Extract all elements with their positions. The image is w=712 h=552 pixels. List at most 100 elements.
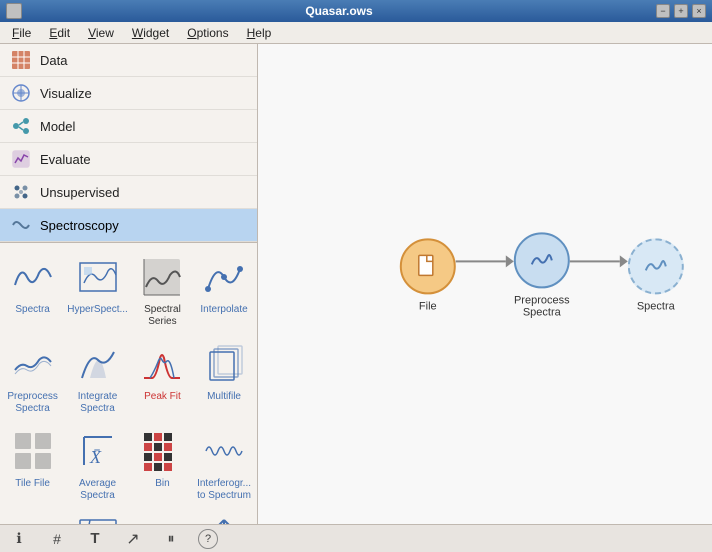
widget-align-stack[interactable]: Align Stack bbox=[195, 510, 253, 524]
hyperspectra-icon bbox=[74, 253, 122, 301]
widget-pls[interactable]: PLS PLS bbox=[4, 510, 61, 524]
menubar: File Edit View Widget Options Help bbox=[0, 22, 712, 44]
titlebar-controls: − + × bbox=[656, 4, 706, 18]
sidebar-item-model[interactable]: Model bbox=[0, 110, 257, 143]
minimize-button[interactable]: − bbox=[656, 4, 670, 18]
widget-tile-file[interactable]: Tile File bbox=[4, 423, 61, 506]
sidebar-item-visualize[interactable]: Visualize bbox=[0, 77, 257, 110]
widget-hyperspectra[interactable]: HyperSpect... bbox=[65, 249, 130, 332]
interferog-to-spectrum-icon bbox=[200, 427, 248, 475]
preprocess-spectra-icon bbox=[9, 340, 57, 388]
widget-integrate-spectra-label: Integrate Spectra bbox=[67, 391, 128, 415]
menu-file[interactable]: File bbox=[4, 24, 39, 42]
sidebar-item-data-label: Data bbox=[40, 53, 67, 68]
titlebar-icon bbox=[6, 3, 22, 19]
widget-spectral-series-label: Spectral Series bbox=[136, 304, 189, 328]
widget-interpolate[interactable]: Interpolate bbox=[195, 249, 253, 332]
widget-multifile[interactable]: Multifile bbox=[195, 336, 253, 419]
widget-interferog-to-spectrum[interactable]: Interferogr... to Spectrum bbox=[195, 423, 253, 506]
menu-options[interactable]: Options bbox=[179, 24, 236, 42]
widget-peak-fit-label: Peak Fit bbox=[144, 391, 181, 403]
reshape-map-icon bbox=[74, 514, 122, 524]
data-icon bbox=[10, 49, 32, 71]
widget-preprocess-spectra[interactable]: Preprocess Spectra bbox=[4, 336, 61, 419]
status-help-button[interactable]: ? bbox=[198, 529, 218, 549]
menu-widget[interactable]: Widget bbox=[124, 24, 177, 42]
menu-help[interactable]: Help bbox=[239, 24, 280, 42]
status-arrow-button[interactable]: ↗ bbox=[122, 528, 144, 550]
file-node-label: File bbox=[419, 300, 437, 312]
arrow-2 bbox=[620, 255, 628, 267]
widget-spectra-label: Spectra bbox=[15, 304, 49, 316]
arrow-1 bbox=[506, 255, 514, 267]
evaluate-icon bbox=[10, 148, 32, 170]
sidebar-item-unsupervised[interactable]: Unsupervised bbox=[0, 176, 257, 209]
close-button[interactable]: × bbox=[692, 4, 706, 18]
widget-average-spectra-label: Average Spectra bbox=[67, 478, 128, 502]
widget-reshape-map[interactable]: Reshape Map bbox=[65, 510, 130, 524]
tile-file-icon bbox=[9, 427, 57, 475]
svg-text:X̄: X̄ bbox=[89, 447, 102, 467]
titlebar: Quasar.ows − + × bbox=[0, 0, 712, 22]
preprocess-spectra-node-label: Preprocess Spectra bbox=[514, 294, 570, 318]
widget-grid: Spectra HyperSpect... bbox=[0, 243, 257, 524]
sidebar-item-data[interactable]: Data bbox=[0, 44, 257, 77]
workflow-node-preprocess-spectra[interactable]: Preprocess Spectra bbox=[514, 232, 570, 318]
widget-interferog-to-spectrum-label: Interferogr... to Spectrum bbox=[197, 478, 251, 502]
visualize-icon bbox=[10, 82, 32, 104]
spectra-node-label: Spectra bbox=[637, 300, 675, 312]
workflow-node-file[interactable]: File bbox=[400, 238, 456, 312]
connector-1 bbox=[456, 260, 506, 262]
average-spectra-icon: X̄ bbox=[74, 427, 122, 475]
status-text-button[interactable]: T bbox=[84, 528, 106, 550]
widget-preprocess-spectra-label: Preprocess Spectra bbox=[6, 391, 59, 415]
integrate-spectra-icon bbox=[74, 340, 122, 388]
nav-list: Data Visualize bbox=[0, 44, 257, 243]
statusbar: ℹ # T ↗ ⏸ ? bbox=[0, 524, 712, 552]
widget-average-spectra[interactable]: X̄ Average Spectra bbox=[65, 423, 130, 506]
widget-integrate-spectra[interactable]: Integrate Spectra bbox=[65, 336, 130, 419]
sidebar-item-spectroscopy[interactable]: Spectroscopy bbox=[0, 209, 257, 242]
sidebar: Data Visualize bbox=[0, 44, 258, 524]
interpolate-icon bbox=[200, 253, 248, 301]
peak-fit-icon bbox=[138, 340, 186, 388]
status-hash-button[interactable]: # bbox=[46, 528, 68, 550]
bin-icon bbox=[138, 427, 186, 475]
spectroscopy-icon bbox=[10, 214, 32, 236]
widget-spectral-series[interactable]: Spectral Series bbox=[134, 249, 191, 332]
maximize-button[interactable]: + bbox=[674, 4, 688, 18]
spectra-icon bbox=[9, 253, 57, 301]
sidebar-item-model-label: Model bbox=[40, 119, 75, 134]
widget-interpolate-label: Interpolate bbox=[200, 304, 247, 316]
widget-spectra[interactable]: Spectra bbox=[4, 249, 61, 332]
widget-tile-file-label: Tile File bbox=[15, 478, 50, 490]
widget-bin-label: Bin bbox=[155, 478, 169, 490]
canvas-area[interactable]: File Preprocess Spectra bbox=[258, 44, 712, 524]
sidebar-item-evaluate-label: Evaluate bbox=[40, 152, 91, 167]
sidebar-item-visualize-label: Visualize bbox=[40, 86, 92, 101]
titlebar-title: Quasar.ows bbox=[22, 4, 656, 18]
menu-edit[interactable]: Edit bbox=[41, 24, 78, 42]
model-icon bbox=[10, 115, 32, 137]
sidebar-item-unsupervised-label: Unsupervised bbox=[40, 185, 120, 200]
snr-icon bbox=[138, 514, 186, 524]
widget-snr[interactable]: SNR bbox=[134, 510, 191, 524]
status-pause-button[interactable]: ⏸ bbox=[160, 528, 182, 550]
status-info-button[interactable]: ℹ bbox=[8, 528, 30, 550]
menu-view[interactable]: View bbox=[80, 24, 122, 42]
widget-hyperspectra-label: HyperSpect... bbox=[67, 304, 128, 316]
workflow-node-spectra[interactable]: Spectra bbox=[628, 238, 684, 312]
sidebar-item-evaluate[interactable]: Evaluate bbox=[0, 143, 257, 176]
pls-icon: PLS bbox=[9, 514, 57, 524]
preprocess-spectra-node-circle bbox=[514, 232, 570, 288]
spectra-node-circle bbox=[628, 238, 684, 294]
align-stack-icon bbox=[200, 514, 248, 524]
widget-bin[interactable]: Bin bbox=[134, 423, 191, 506]
file-node-circle bbox=[400, 238, 456, 294]
main-layout: Data Visualize bbox=[0, 44, 712, 524]
spectral-series-icon bbox=[138, 253, 186, 301]
connector-2 bbox=[570, 260, 620, 262]
workflow: File Preprocess Spectra bbox=[400, 232, 684, 318]
widget-peak-fit[interactable]: Peak Fit bbox=[134, 336, 191, 419]
unsupervised-icon bbox=[10, 181, 32, 203]
